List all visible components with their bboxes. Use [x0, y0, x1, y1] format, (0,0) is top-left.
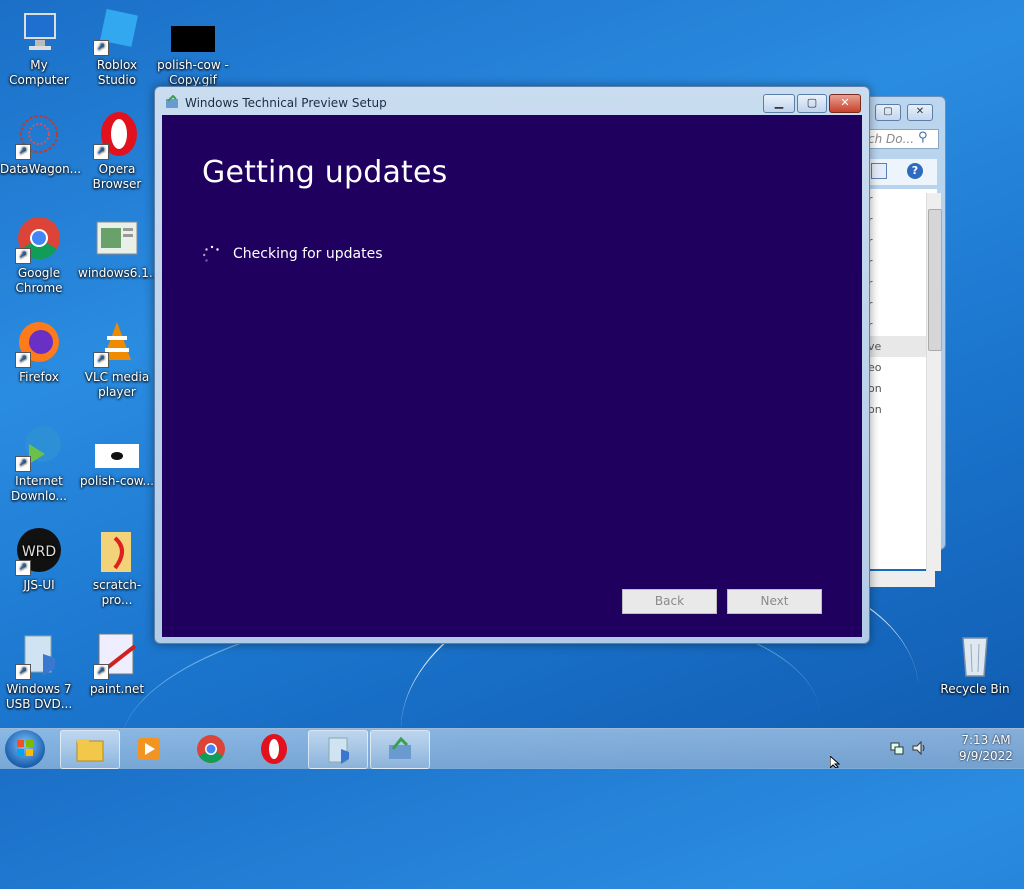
shortcut-arrow-icon: ↗ — [15, 664, 31, 680]
desktop-icon-my-computer[interactable]: My Computer — [0, 8, 78, 88]
computer-icon — [15, 8, 63, 56]
firefox-icon: ↗ — [15, 320, 63, 368]
roblox-studio-icon: ↗ — [93, 8, 141, 56]
setup-app-icon — [389, 736, 411, 759]
desktop-icon-jjs-ui[interactable]: WRD ↗ JJS-UI — [0, 528, 78, 593]
shortcut-arrow-icon: ↗ — [93, 352, 109, 368]
shortcut-arrow-icon: ↗ — [93, 144, 109, 160]
opera-icon — [261, 734, 287, 764]
restore-button[interactable]: ▢ — [875, 104, 901, 121]
desktop-icon-opera[interactable]: ↗ Opera Browser — [78, 112, 156, 192]
opera-icon: ↗ — [93, 112, 141, 160]
loading-spinner-icon — [202, 245, 222, 265]
clock[interactable]: 7:13 AM 9/9/2022 — [956, 732, 1016, 764]
desktop-icon-polish-cow-copy[interactable]: polish-cow - Copy.gif — [154, 8, 232, 88]
folder-icon — [93, 528, 141, 576]
shortcut-arrow-icon: ↗ — [15, 560, 31, 576]
scrollbar-thumb[interactable] — [928, 209, 942, 351]
shortcut-arrow-icon: ↗ — [15, 248, 31, 264]
next-button[interactable]: Next — [727, 589, 822, 614]
gif-thumbnail-icon — [169, 8, 217, 56]
close-button[interactable]: ✕ — [907, 104, 933, 121]
svg-text:WRD: WRD — [22, 544, 56, 560]
desktop-icon-firefox[interactable]: ↗ Firefox — [0, 320, 78, 385]
desktop-icon-roblox-studio[interactable]: ↗ Roblox Studio — [78, 8, 156, 88]
shortcut-arrow-icon: ↗ — [15, 456, 31, 472]
volume-icon[interactable] — [912, 740, 928, 756]
shortcut-arrow-icon: ↗ — [15, 352, 31, 368]
desktop-icon-google-chrome[interactable]: ↗ Google Chrome — [0, 216, 78, 296]
paint-net-icon: ↗ — [93, 632, 141, 680]
gif-thumbnail-icon — [93, 424, 141, 472]
back-button[interactable]: Back — [622, 589, 717, 614]
windows-logo-icon — [17, 740, 33, 756]
close-button[interactable]: ✕ — [829, 94, 861, 113]
preview-pane-icon[interactable] — [871, 163, 887, 179]
shortcut-arrow-icon: ↗ — [93, 40, 109, 56]
status-text: Checking for updates — [233, 246, 383, 262]
globe-download-icon: ↗ — [15, 424, 63, 472]
horizontal-scrollbar[interactable] — [865, 571, 935, 587]
window-title: Windows Technical Preview Setup — [185, 96, 387, 110]
clock-date: 9/9/2022 — [959, 749, 1013, 763]
desktop-icon-datawagon[interactable]: ↗ DataWagon... — [0, 112, 81, 177]
vlc-cone-icon: ↗ — [93, 320, 141, 368]
search-input[interactable]: ch Do... — [865, 129, 939, 149]
help-icon[interactable]: ? — [907, 163, 923, 179]
desktop-icon-polish-cow[interactable]: polish-cow... — [78, 424, 156, 489]
taskbar-setup[interactable] — [370, 730, 430, 769]
setup-window[interactable]: Windows Technical Preview Setup ▁ ▢ ✕ Ge… — [154, 86, 870, 644]
minimize-button[interactable]: ▁ — [763, 94, 795, 113]
maximize-button[interactable]: ▢ — [797, 94, 827, 113]
desktop-icon-windows7-usb[interactable]: ↗ Windows 7 USB DVD... — [0, 632, 78, 712]
vertical-scrollbar[interactable] — [926, 193, 942, 571]
recycle-bin-icon — [951, 632, 999, 680]
installer-window-icon — [93, 216, 141, 264]
desktop-icon-internet-download[interactable]: ↗ Internet Downlo... — [0, 424, 78, 504]
setup-app-icon — [165, 94, 179, 109]
chrome-icon — [197, 735, 225, 763]
desktop-icon-scratch-pro[interactable]: scratch-pro... — [78, 528, 156, 608]
folder-icon — [76, 739, 104, 762]
search-icon[interactable]: ⚲ — [918, 130, 928, 145]
usb-dvd-tool-icon: ↗ — [15, 632, 63, 680]
chrome-icon: ↗ — [15, 216, 63, 264]
mouse-cursor-icon — [829, 754, 842, 771]
network-icon[interactable] — [890, 741, 904, 755]
desktop-icon-recycle-bin[interactable]: Recycle Bin — [936, 632, 1014, 697]
background-explorer-window[interactable]: ▢ ✕ ch Do... ⚲ ? r r r r r r r ve eo on … — [862, 96, 946, 587]
taskbar-usb-dvd-tool[interactable] — [308, 730, 368, 769]
desktop-icon-vlc[interactable]: ↗ VLC media player — [78, 320, 156, 400]
shortcut-arrow-icon: ↗ — [15, 144, 31, 160]
taskbar-chrome[interactable] — [182, 730, 240, 767]
datawagon-icon: ↗ — [15, 112, 63, 160]
taskbar-opera[interactable] — [244, 730, 302, 767]
page-title: Getting updates — [202, 155, 448, 190]
taskbar: 7:13 AM 9/9/2022 — [0, 728, 1024, 769]
explorer-toolbar: ? — [865, 159, 937, 185]
setup-content: Getting updates Checking for updates Bac… — [162, 115, 862, 637]
clock-time: 7:13 AM — [961, 733, 1011, 747]
media-player-icon — [138, 738, 160, 760]
start-button[interactable] — [5, 730, 45, 768]
taskbar-explorer[interactable] — [60, 730, 120, 769]
shortcut-arrow-icon: ↗ — [93, 664, 109, 680]
jjs-ui-icon: WRD ↗ — [15, 528, 63, 576]
taskbar-media-player[interactable] — [120, 730, 178, 767]
desktop-icon-windows61[interactable]: windows6.1... — [78, 216, 160, 281]
usb-dvd-tool-icon — [328, 737, 349, 764]
desktop-icon-paint-net[interactable]: ↗ paint.net — [78, 632, 156, 697]
